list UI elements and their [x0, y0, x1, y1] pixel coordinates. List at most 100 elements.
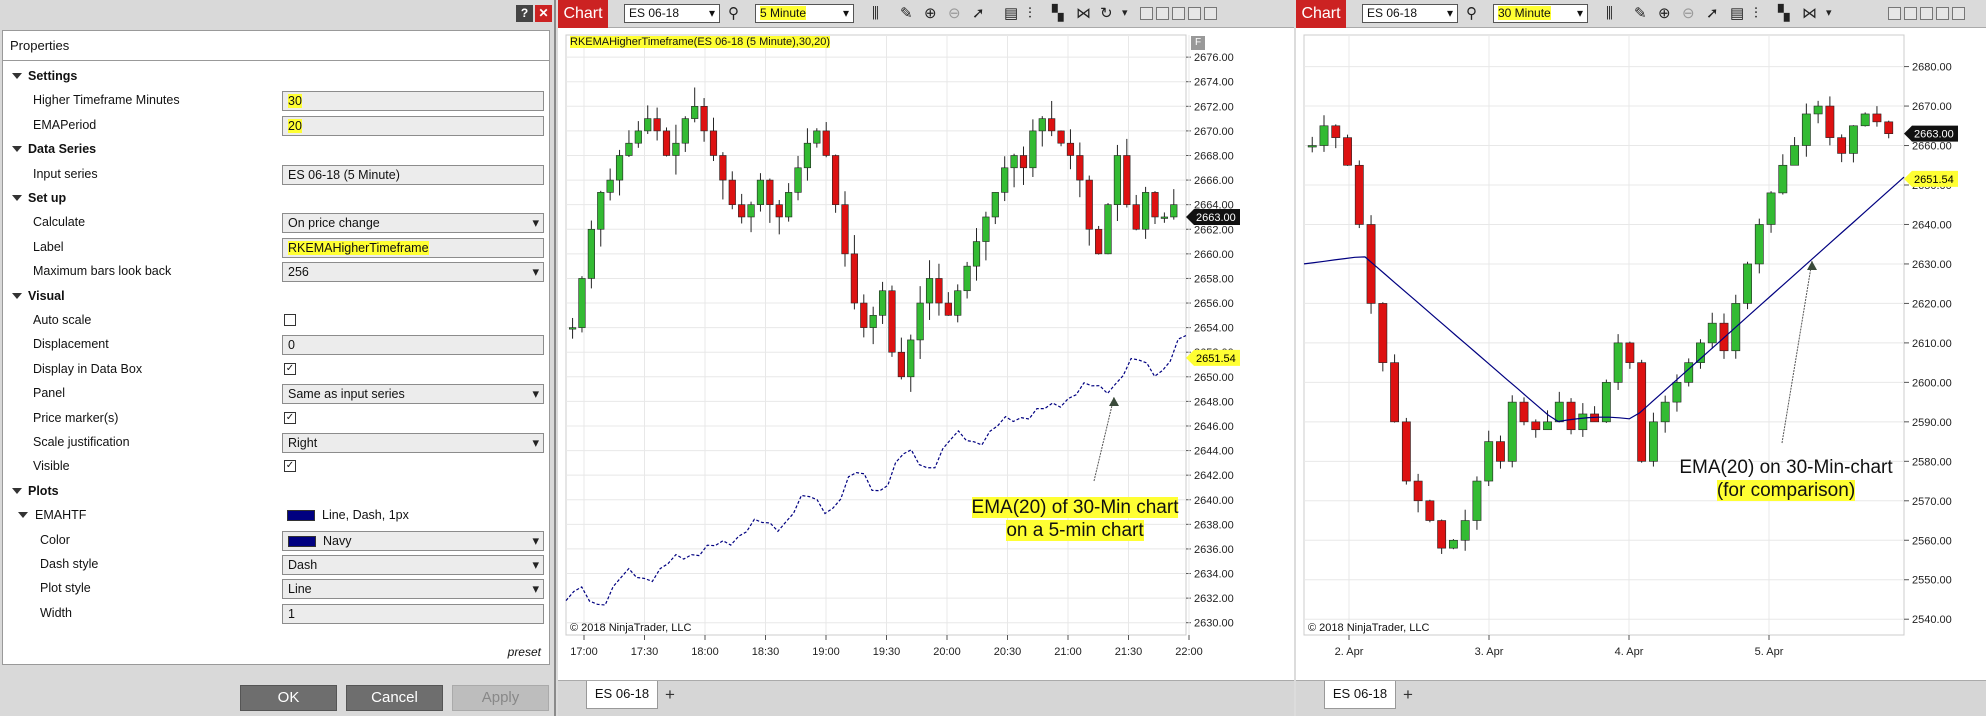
pointer-icon[interactable]: ➚: [972, 4, 985, 23]
tile-icon[interactable]: [1888, 7, 1901, 20]
bars-type-icon[interactable]: ⫼: [872, 4, 879, 23]
tile-icon[interactable]: [1140, 7, 1153, 20]
property-select[interactable]: On price change: [282, 213, 544, 234]
property-select[interactable]: Dash: [282, 555, 544, 575]
property-select[interactable]: Right: [282, 433, 544, 453]
interval-select[interactable]: 30 Minute: [1493, 4, 1588, 23]
cascade-icon[interactable]: [1156, 7, 1169, 20]
maximize-icon[interactable]: [1936, 7, 1949, 20]
zoom-out-icon[interactable]: ⊖: [948, 4, 961, 23]
preset-link[interactable]: preset: [508, 645, 541, 659]
add-tab-icon[interactable]: +: [660, 685, 680, 705]
category-row[interactable]: Visual: [3, 284, 549, 308]
category-row[interactable]: Data Series: [3, 137, 549, 161]
property-input[interactable]: 20: [282, 115, 544, 136]
pencil-icon[interactable]: ✎: [900, 4, 913, 23]
x-tick-label: 22:00: [1175, 646, 1203, 658]
candle-body: [1331, 125, 1341, 138]
property-label: Auto scale: [33, 313, 92, 327]
instrument-select[interactable]: ES 06-18: [624, 4, 720, 23]
property-select[interactable]: Navy: [282, 530, 544, 551]
candle-body: [1707, 322, 1717, 344]
add-tab-icon[interactable]: +: [1398, 685, 1418, 705]
candle-body: [1496, 441, 1505, 462]
strategies-icon[interactable]: ▚: [1778, 4, 1790, 23]
instrument-select[interactable]: ES 06-18: [1362, 4, 1458, 23]
help-icon[interactable]: ?: [516, 5, 533, 22]
property-input[interactable]: RKEMAHigherTimeframe: [282, 237, 544, 258]
property-value: Line: [288, 582, 312, 597]
apply-button[interactable]: Apply: [452, 685, 549, 711]
data-box-icon[interactable]: ▤: [1730, 4, 1744, 23]
window-close-icon[interactable]: [1204, 7, 1217, 20]
property-input[interactable]: 30: [282, 91, 544, 112]
window-close-icon[interactable]: [1952, 7, 1965, 20]
drawing-tools-icon[interactable]: ⋈: [1802, 4, 1817, 23]
expand-triangle-icon[interactable]: [12, 146, 22, 153]
pencil-icon[interactable]: ✎: [1634, 4, 1647, 23]
property-checkbox[interactable]: ✓: [284, 411, 296, 424]
candle-body: [1048, 118, 1056, 132]
property-row: Displacement 0: [3, 332, 549, 356]
zoom-out-icon[interactable]: ⊖: [1682, 4, 1695, 23]
property-input[interactable]: ES 06-18 (5 Minute): [282, 164, 544, 185]
candle-body: [1104, 204, 1112, 255]
expand-triangle-icon[interactable]: [12, 487, 22, 494]
search-icon[interactable]: ⚲: [728, 4, 739, 23]
candle-body: [1754, 224, 1764, 265]
minimize-icon[interactable]: [1172, 7, 1185, 20]
price-chart-5min[interactable]: 2676.00 2674.00 2672.00 2670.00 2668.00 2666.…: [558, 29, 1294, 673]
tab-es-06-18[interactable]: ES 06-18: [1324, 681, 1396, 709]
indicators-icon[interactable]: ⫶: [1754, 4, 1758, 23]
strategies-icon[interactable]: ▚: [1052, 4, 1064, 23]
chart-tab[interactable]: Chart: [1296, 0, 1346, 28]
y-tick-label: 2550.00: [1912, 575, 1952, 587]
property-checkbox[interactable]: ✓: [284, 362, 296, 375]
property-input[interactable]: 1: [282, 603, 544, 624]
properties-toggle-icon[interactable]: F: [1191, 36, 1205, 50]
cascade-icon[interactable]: [1904, 7, 1917, 20]
pointer-icon[interactable]: ➚: [1706, 4, 1719, 23]
expand-triangle-icon[interactable]: [12, 73, 22, 79]
tab-es-06-18[interactable]: ES 06-18: [586, 681, 658, 709]
category-row[interactable]: Settings: [3, 64, 549, 88]
minimize-icon[interactable]: [1920, 7, 1933, 20]
price-chart-30min[interactable]: 2680.002670.002660.002650.002640.002630.…: [1296, 29, 1986, 673]
more-chevron-icon[interactable]: ▾: [1122, 4, 1128, 23]
candle-body: [634, 130, 642, 144]
property-input[interactable]: 0: [282, 335, 544, 356]
zoom-in-icon[interactable]: ⊕: [1658, 4, 1671, 23]
category-row[interactable]: Plots: [3, 479, 549, 503]
more-chevron-icon[interactable]: ▾: [1826, 4, 1832, 23]
y-tick-label: 2658.00: [1194, 273, 1234, 285]
zoom-in-icon[interactable]: ⊕: [924, 4, 937, 23]
property-row: Width 1: [3, 601, 549, 625]
y-tick-label: 2634.00: [1194, 569, 1234, 581]
candle-body: [691, 106, 699, 119]
interval-select[interactable]: 5 Minute: [755, 4, 854, 23]
maximize-icon[interactable]: [1188, 7, 1201, 20]
category-row[interactable]: Set up: [3, 186, 549, 210]
drawing-tools-icon[interactable]: ⋈: [1076, 4, 1091, 23]
chart-toolbar: Chart ES 06-18 ⚲ 30 Minute ⫼ ✎ ⊕ ⊖ ➚ ▤ ⫶…: [1296, 0, 1986, 28]
data-box-icon[interactable]: ▤: [1004, 4, 1018, 23]
property-checkbox[interactable]: [284, 314, 296, 326]
expand-triangle-icon[interactable]: [12, 195, 22, 201]
search-icon[interactable]: ⚲: [1466, 4, 1477, 23]
candle-body: [832, 155, 840, 205]
reload-icon[interactable]: ↻: [1100, 4, 1113, 23]
property-select[interactable]: Same as input series: [282, 384, 544, 405]
candle-body: [1343, 137, 1352, 166]
cancel-button[interactable]: Cancel: [346, 685, 443, 711]
expand-triangle-icon[interactable]: [18, 512, 28, 519]
chart-tab[interactable]: Chart: [558, 0, 608, 28]
bars-type-icon[interactable]: ⫼: [1606, 4, 1613, 23]
property-checkbox[interactable]: ✓: [284, 460, 296, 473]
property-select[interactable]: Line: [282, 579, 544, 600]
indicators-icon[interactable]: ⫶: [1028, 4, 1032, 23]
property-label: Set up: [28, 191, 67, 205]
ok-button[interactable]: OK: [240, 685, 337, 711]
property-select[interactable]: 256: [282, 262, 544, 283]
close-icon[interactable]: ✕: [535, 5, 552, 22]
expand-triangle-icon[interactable]: [12, 292, 22, 299]
